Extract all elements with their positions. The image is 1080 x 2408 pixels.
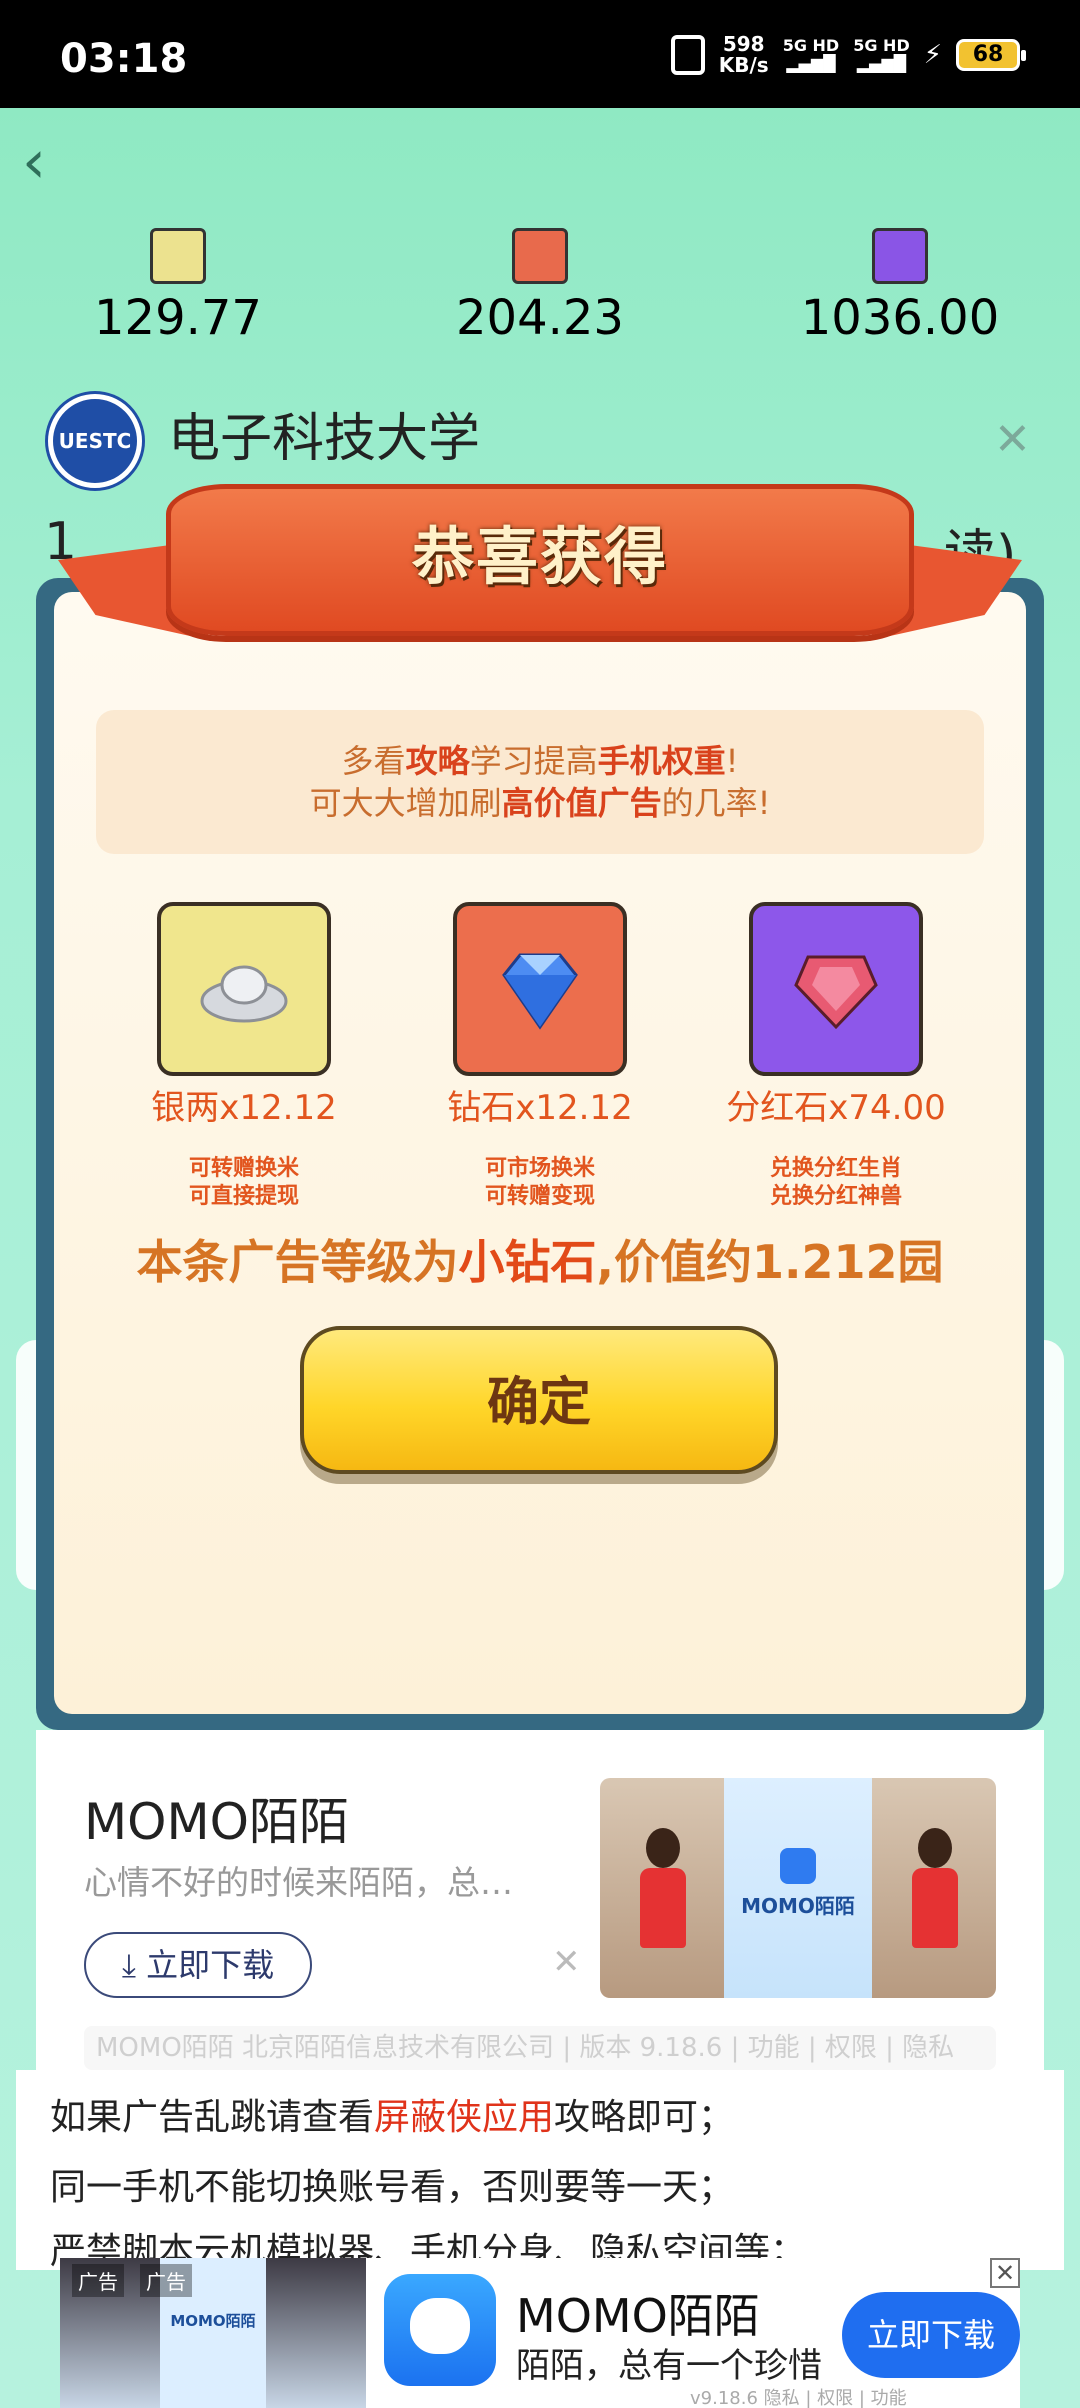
balance-red-gem-value: 1036.00 [800,290,1000,346]
status-bar: 03:18 598 KB/s 5G HD ▂▄▆█ 5G HD ▂▄▆█ ⚡ 68 [0,0,1080,108]
tip-box: 多看攻略学习提高手机权重! 可大大增加刷高价值广告的几率! [96,710,984,854]
ad-value-text: 本条广告等级为小钻石,价值约1.212园 [136,1235,944,1289]
balance-red-gem: 1036.00 [770,228,1030,346]
ad-image-text: MOMO陌陌 [741,1894,855,1918]
dialog-title: 恭喜获得 [411,520,668,593]
signal-2-label: 5G HD [853,36,910,55]
ad-title[interactable]: MOMO陌陌 [84,1782,349,1854]
net-speed: 598 KB/s [719,34,769,76]
reward-red-gem: 分红石x74.00 兑换分红生肖 兑换分红神兽 [706,902,966,1211]
net-speed-value: 598 [722,32,765,56]
banner-subtitle: 陌陌，总有一个珍惜 [516,2346,822,2386]
close-icon[interactable]: ✕ [994,414,1031,465]
momo-logo-icon [780,1848,816,1884]
battery-icon: 68 [956,39,1026,71]
reward-diamond-desc: 可市场换米 可转赠变现 [484,1156,595,1209]
download-icon: ⤓ [121,1946,147,1984]
balance-diamond: 204.23 [410,228,670,346]
silver-ingot-icon [157,902,331,1076]
red-gem-icon [872,228,928,284]
confirm-button-label[interactable]: 确定 [300,1360,778,1435]
signal-2-icon: 5G HD ▂▄▆█ [853,36,910,73]
balance-silver-value: 129.77 [94,290,262,346]
net-speed-unit: KB/s [718,53,769,77]
tip-line-2: 可大大增加刷高价值广告的几率! [309,784,771,822]
banner-close-icon[interactable]: ✕ [990,2258,1020,2288]
ad-download-button[interactable]: ⤓ 立即下载 [84,1932,312,1998]
university-logo: UESTC [48,394,142,488]
balance-diamond-value: 204.23 [456,290,624,346]
article-line-1: 如果广告乱跳请查看屏蔽侠应用攻略即可； [50,2097,735,2138]
ad-tag-2: 广告 [140,2264,192,2297]
tip-line-1: 多看攻略学习提高手机权重! [341,742,739,780]
reward-red-gem-desc: 兑换分红生肖 兑换分红神兽 [769,1156,902,1209]
charging-icon: ⚡ [923,40,942,70]
ad-close-icon[interactable]: ✕ [552,1942,581,1982]
diamond-icon [512,228,568,284]
red-gem-icon [749,902,923,1076]
reward-silver: 银两x12.12 可转赠换米 可直接提现 [114,902,374,1211]
ad-meta: MOMO陌陌 北京陌陌信息技术有限公司 | 版本 9.18.6 | 功能 | 权… [84,2026,996,2070]
back-arrow-icon[interactable]: ‹ [22,132,82,192]
reward-silver-desc: 可转赠换米 可直接提现 [188,1156,299,1209]
ad-image[interactable]: MOMO陌陌 [600,1778,996,1998]
momo-app-icon [384,2274,496,2386]
university-name: 电子科技大学 [168,409,481,469]
banner-download-button[interactable]: 立即下载 [842,2292,1020,2378]
status-icons: 598 KB/s 5G HD ▂▄▆█ 5G HD ▂▄▆█ ⚡ 68 [670,30,1026,80]
reward-diamond-name: 钻石x12.12 [447,1088,633,1128]
article-line-2: 同一手机不能切换账号看，否则要等一天； [50,2167,735,2208]
vibrate-icon [670,35,705,75]
banner-title: MOMO陌陌 [516,2289,760,2343]
reward-silver-name: 银两x12.12 [151,1088,337,1128]
ad-subtitle: 心情不好的时候来陌陌，总… [84,1863,513,1902]
status-time: 03:18 [60,36,188,82]
ad-tag-1: 广告 [72,2264,124,2297]
signal-1-icon: 5G HD ▂▄▆█ [782,36,840,73]
diamond-icon [453,902,627,1076]
balance-silver: 129.77 [48,228,308,346]
silver-ingot-icon [150,228,206,284]
reward-diamond: 钻石x12.12 可市场换米 可转赠变现 [410,902,670,1211]
banner-meta: v9.18.6 隐私 | 权限 | 功能 [690,2388,907,2408]
signal-1-label: 5G HD [782,36,840,55]
reward-red-gem-name: 分红石x74.00 [726,1088,946,1128]
